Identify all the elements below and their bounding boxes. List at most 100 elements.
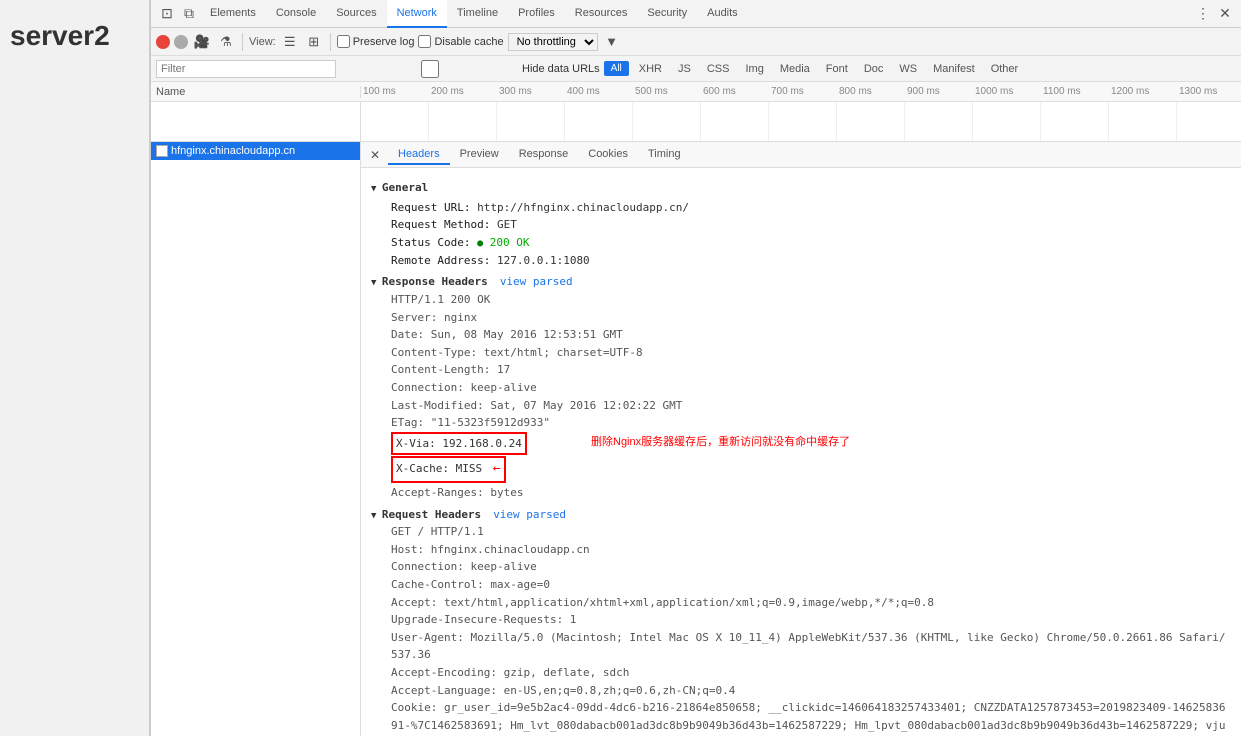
tab-timeline[interactable]: Timeline [447, 0, 508, 28]
timeline-chart-area [361, 102, 1241, 141]
request-headers-view-parsed[interactable]: view parsed [493, 506, 566, 524]
request-url-row: Request URL: http://hfnginx.chinacloudap… [371, 199, 1231, 217]
tab-console[interactable]: Console [266, 0, 326, 28]
hide-data-urls-label[interactable]: Hide data URLs [340, 60, 600, 78]
close-devtools-icon[interactable]: ✕ [1214, 3, 1236, 25]
close-detail-button[interactable]: ✕ [366, 146, 384, 164]
disable-cache-checkbox[interactable] [418, 35, 431, 48]
hide-data-urls-checkbox[interactable] [340, 60, 520, 78]
request-method-row: Request Method: GET [371, 216, 1231, 234]
main-content: hfnginx.chinacloudapp.cn ✕ Headers Previ… [151, 142, 1241, 736]
filter-manifest-button[interactable]: Manifest [927, 62, 981, 76]
status-code-row: Status Code: ● 200 OK [371, 234, 1231, 252]
tick-300ms: 300 ms [499, 86, 567, 97]
tab-resources[interactable]: Resources [565, 0, 638, 28]
detail-tab-response[interactable]: Response [509, 145, 579, 165]
arrow-icon: ← [493, 461, 501, 476]
detail-tab-headers[interactable]: Headers [388, 145, 450, 165]
timeline-chart [151, 102, 1241, 142]
resp-header-2: Date: Sun, 08 May 2016 12:53:51 GMT [371, 326, 1231, 344]
resp-header-7: ETag: "11-5323f5912d933" [371, 414, 1231, 432]
resp-header-1: Server: nginx [371, 309, 1231, 327]
req-header-6: User-Agent: Mozilla/5.0 (Macintosh; Inte… [371, 629, 1231, 664]
throttle-dropdown-icon[interactable]: ▼ [602, 32, 622, 52]
view-list-icon[interactable]: ☰ [280, 32, 300, 52]
tab-security[interactable]: Security [637, 0, 697, 28]
filter-all-button[interactable]: All [604, 61, 629, 76]
resp-header-3: Content-Type: text/html; charset=UTF-8 [371, 344, 1231, 362]
filter-font-button[interactable]: Font [820, 62, 854, 76]
server-title: server2 [0, 0, 149, 72]
filter-css-button[interactable]: CSS [701, 62, 736, 76]
tab-audits[interactable]: Audits [697, 0, 748, 28]
detail-content: General Request URL: http://hfnginx.chin… [361, 168, 1241, 736]
view-label: View: [249, 36, 276, 48]
filter-media-button[interactable]: Media [774, 62, 816, 76]
response-headers-view-parsed[interactable]: view parsed [500, 273, 573, 291]
file-icon [156, 145, 168, 157]
req-header-9: Cookie: gr_user_id=9e5b2ac4-09dd-4dc6-b2… [371, 699, 1231, 736]
req-header-1: Host: hfnginx.chinacloudapp.cn [371, 541, 1231, 559]
disable-cache-label[interactable]: Disable cache [418, 35, 503, 48]
req-header-2: Connection: keep-alive [371, 558, 1231, 576]
stop-button[interactable] [174, 35, 188, 49]
throttle-select[interactable]: No throttling [508, 33, 598, 51]
preserve-log-label[interactable]: Preserve log [337, 35, 415, 48]
tab-elements[interactable]: Elements [200, 0, 266, 28]
status-dot: ● [477, 238, 483, 249]
detail-tab-bar: ✕ Headers Preview Response Cookies Timin… [361, 142, 1241, 168]
timeline-chart-name-col [151, 102, 361, 141]
camera-icon[interactable]: 🎥 [192, 32, 212, 52]
tick-1100ms: 1100 ms [1043, 86, 1111, 97]
preserve-log-checkbox[interactable] [337, 35, 350, 48]
tab-profiles[interactable]: Profiles [508, 0, 565, 28]
tick-100ms: 100 ms [363, 86, 431, 97]
tick-700ms: 700 ms [771, 86, 839, 97]
requests-panel: hfnginx.chinacloudapp.cn [151, 142, 361, 736]
x-via-annotated-row: X-Via: 192.168.0.24 [391, 432, 527, 456]
filter-img-button[interactable]: Img [739, 62, 769, 76]
resp-header-0: HTTP/1.1 200 OK [371, 291, 1231, 309]
tick-200ms: 200 ms [431, 86, 499, 97]
toolbar-separator [242, 33, 243, 51]
devtools-panel: ⊡ ⧉ Elements Console Sources Network Tim… [150, 0, 1241, 736]
filter-bar: Hide data URLs All XHR JS CSS Img Media … [151, 56, 1241, 82]
response-headers-section-title[interactable]: Response Headers [371, 273, 488, 291]
tab-sources[interactable]: Sources [326, 0, 386, 28]
more-options-icon[interactable]: ⋮ [1192, 3, 1214, 25]
filter-js-button[interactable]: JS [672, 62, 697, 76]
tick-400ms: 400 ms [567, 86, 635, 97]
timeline-name-column: Name [151, 86, 361, 98]
title-bar: server2 [0, 0, 150, 736]
timeline-ticks: 100 ms 200 ms 300 ms 400 ms 500 ms 600 m… [361, 86, 1241, 97]
detail-tab-cookies[interactable]: Cookies [578, 145, 638, 165]
request-headers-section-title[interactable]: Request Headers [371, 506, 481, 524]
req-header-5: Upgrade-Insecure-Requests: 1 [371, 611, 1231, 629]
devtools-tabs-bar: ⊡ ⧉ Elements Console Sources Network Tim… [151, 0, 1241, 28]
tab-network[interactable]: Network [387, 0, 447, 28]
detail-tab-preview[interactable]: Preview [450, 145, 509, 165]
record-button[interactable] [156, 35, 170, 49]
detail-tabs: Headers Preview Response Cookies Timing [388, 145, 691, 165]
dock-icon[interactable]: ⊡ [156, 3, 178, 25]
filter-input[interactable] [156, 60, 336, 78]
resp-header-4: Content-Length: 17 [371, 361, 1231, 379]
request-item[interactable]: hfnginx.chinacloudapp.cn [151, 142, 360, 160]
filter-ws-button[interactable]: WS [893, 62, 923, 76]
filter-doc-button[interactable]: Doc [858, 62, 890, 76]
network-toolbar: 🎥 ⚗ View: ☰ ⊞ Preserve log Disable cache… [151, 28, 1241, 56]
resp-header-6: Last-Modified: Sat, 07 May 2016 12:02:22… [371, 397, 1231, 415]
view-grid-icon[interactable]: ⊞ [304, 32, 324, 52]
detail-tab-timing[interactable]: Timing [638, 145, 691, 165]
tick-1200ms: 1200 ms [1111, 86, 1179, 97]
req-header-0: GET / HTTP/1.1 [371, 523, 1231, 541]
filter-xhr-button[interactable]: XHR [633, 62, 668, 76]
undock-icon[interactable]: ⧉ [178, 3, 200, 25]
filter-icon[interactable]: ⚗ [216, 32, 236, 52]
tick-500ms: 500 ms [635, 86, 703, 97]
annotation-text: 删除Nginx服务器缓存后，重新访问就没有命中缓存了 [591, 434, 850, 452]
general-section-title[interactable]: General [371, 179, 1231, 197]
details-panel: ✕ Headers Preview Response Cookies Timin… [361, 142, 1241, 736]
filter-other-button[interactable]: Other [985, 62, 1025, 76]
req-header-7: Accept-Encoding: gzip, deflate, sdch [371, 664, 1231, 682]
